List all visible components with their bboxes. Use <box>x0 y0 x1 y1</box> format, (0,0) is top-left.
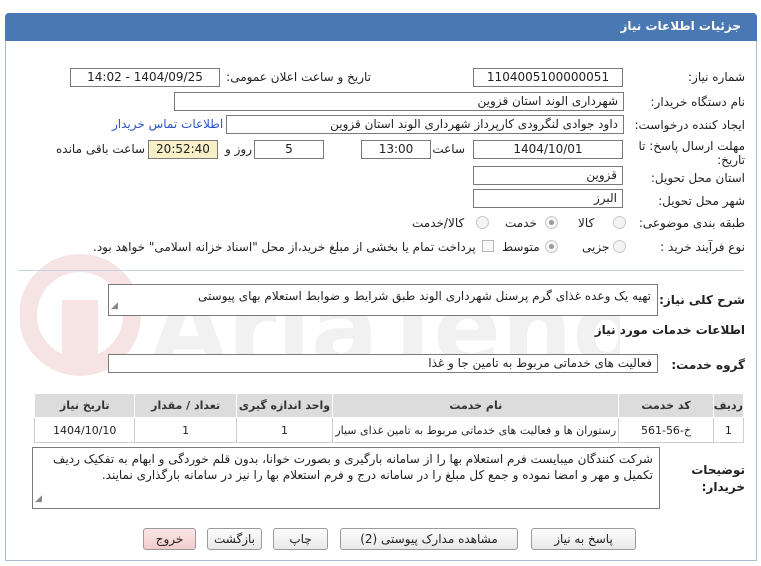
category-radio-service[interactable] <box>545 216 558 229</box>
announce-date-field: 1404/09/25 - 14:02 <box>70 68 220 87</box>
province-field: قزوین <box>473 166 623 185</box>
deadline-time-label: ساعت <box>432 142 465 156</box>
col-service-code: کد خدمت <box>618 393 714 418</box>
reply-button[interactable]: پاسخ به نیاز <box>531 528 636 550</box>
general-description-label: شرح کلی نیاز: <box>659 293 745 307</box>
process-option-medium: متوسط <box>502 240 540 254</box>
cell-unit: 1 <box>235 417 334 443</box>
treasury-payment-note: پرداخت تمام یا بخشی از مبلغ خرید،از محل … <box>93 240 476 254</box>
announce-date-label: تاریخ و ساعت اعلان عمومی: <box>226 70 371 84</box>
resize-grip-icon[interactable]: ◢ <box>35 491 42 507</box>
buyer-org-label: نام دستگاه خریدار: <box>650 95 746 109</box>
city-label: شهر محل تحویل: <box>658 194 745 208</box>
col-service-name: نام خدمت <box>332 393 620 418</box>
cell-row-number: 1 <box>712 417 745 443</box>
services-section-title: اطلاعات خدمات مورد نیاز <box>594 323 745 337</box>
remaining-time-label: ساعت باقی مانده <box>56 142 146 156</box>
process-radio-medium[interactable] <box>545 240 558 253</box>
back-button[interactable]: بازگشت <box>207 528 262 550</box>
service-group-label: گروه خدمت: <box>671 358 745 372</box>
col-need-date: تاریخ نیاز <box>33 393 136 418</box>
deadline-label: مهلت ارسال پاسخ: تا <box>638 139 745 153</box>
table-header-row: ردیف کد خدمت نام خدمت واحد اندازه گیری ت… <box>33 393 745 418</box>
remaining-time-field: 20:52:40 <box>148 140 218 159</box>
days-left-field: 5 <box>254 140 324 159</box>
exit-button[interactable]: خروج <box>143 528 196 550</box>
process-option-minor: جزیی <box>582 240 610 254</box>
services-table: ردیف کد خدمت نام خدمت واحد اندازه گیری ت… <box>33 393 745 443</box>
page-title: جزئیات اطلاعات نیاز <box>620 19 741 33</box>
view-attachments-button[interactable]: مشاهده مدارک پیوستی (2) <box>340 528 518 550</box>
buyer-notes-text: شرکت کنندگان میبایست فرم استعلام بها را … <box>53 452 653 482</box>
category-option-goods: کالا <box>578 216 595 230</box>
province-label: استان محل تحویل: <box>650 171 745 185</box>
cell-service-name: رستوران ها و فعالیت های خدماتی مربوط به … <box>332 417 620 443</box>
buyer-notes-label: توضیحات <box>691 463 745 477</box>
creator-field: داود جوادی لنگرودی کارپرداز شهرداری الون… <box>226 115 624 134</box>
need-number-field: 1104005100000051 <box>473 68 623 87</box>
buyer-org-field: شهرداری الوند استان قزوین <box>174 92 624 111</box>
category-radio-goods[interactable] <box>613 216 626 229</box>
process-radio-minor[interactable] <box>613 240 626 253</box>
deadline-time-field: 13:00 <box>361 140 431 159</box>
buyer-notes-label-2: خریدار: <box>701 480 745 494</box>
buyer-notes-field[interactable]: شرکت کنندگان میبایست فرم استعلام بها را … <box>32 447 660 509</box>
cell-service-code: خ-56-561 <box>618 417 714 443</box>
city-field: البرز <box>473 189 623 208</box>
resize-grip-icon[interactable]: ◢ <box>111 298 118 314</box>
divider <box>18 270 744 271</box>
col-unit: واحد اندازه گیری <box>235 393 334 418</box>
deadline-date-field: 1404/10/01 <box>473 140 623 159</box>
treasury-payment-checkbox[interactable] <box>482 240 494 252</box>
buyer-contact-link[interactable]: اطلاعات تماس خریدار <box>112 117 223 131</box>
col-quantity: تعداد / مقدار <box>134 393 237 418</box>
need-number-label: شماره نیاز: <box>688 70 745 84</box>
category-label: طبقه بندی موضوعی: <box>638 216 745 230</box>
page-header: جزئیات اطلاعات نیاز <box>5 13 757 41</box>
cell-need-date: 1404/10/10 <box>33 417 136 443</box>
category-radio-goods-service[interactable] <box>476 216 489 229</box>
print-button[interactable]: چاپ <box>273 528 328 550</box>
col-row-number: ردیف <box>712 393 745 418</box>
process-type-label: نوع فرآیند خرید : <box>660 240 745 254</box>
days-label: روز و <box>225 142 252 156</box>
table-row: 1 خ-56-561 رستوران ها و فعالیت های خدمات… <box>33 417 745 443</box>
cell-quantity: 1 <box>134 417 237 443</box>
general-description-text: تهیه یک وعده غذای گرم پرسنل شهرداری الون… <box>198 289 651 303</box>
creator-label: ایجاد کننده درخواست: <box>634 118 745 132</box>
deadline-label-date: تاریخ: <box>717 153 745 167</box>
service-group-field: فعالیت های خدماتی مربوط به تامین جا و غذ… <box>108 354 658 373</box>
general-description-field[interactable]: تهیه یک وعده غذای گرم پرسنل شهرداری الون… <box>108 284 658 316</box>
category-option-goods-service: کالا/خدمت <box>412 216 465 230</box>
category-option-service: خدمت <box>505 216 537 230</box>
